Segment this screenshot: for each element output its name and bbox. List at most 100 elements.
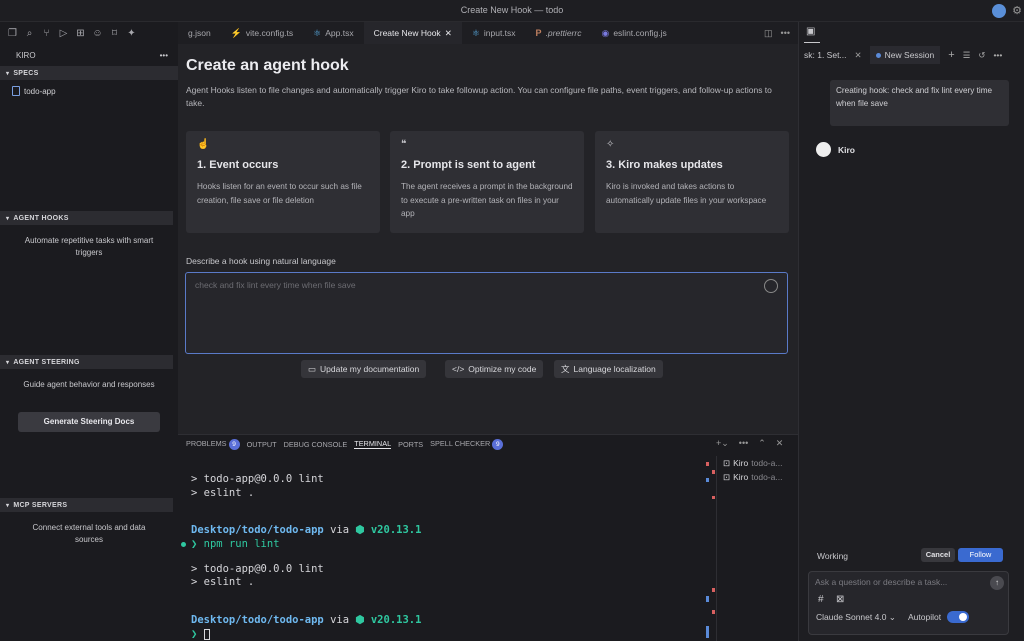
split-editor-icon[interactable]: ◫: [764, 28, 773, 39]
history-list-icon[interactable]: ☰: [963, 50, 971, 61]
add-terminal-icon[interactable]: +⌄: [716, 438, 729, 449]
step-card-prompt: ❝ 2. Prompt is sent to agent The agent r…: [390, 131, 584, 233]
section-specs[interactable]: ▾ SPECS: [0, 66, 178, 80]
suggestion-update-docs[interactable]: ▭ Update my documentation: [301, 360, 427, 378]
terminal-path: Desktop/todo/todo-app: [191, 524, 324, 536]
chat-tabs: sk: 1. Set... ✕ New Session + ☰ ↺ •••: [798, 44, 1024, 66]
prompt-icon: ❯: [191, 538, 204, 550]
tab-input[interactable]: ⚛ input.tsx: [462, 22, 526, 44]
close-icon[interactable]: ✕: [445, 28, 452, 39]
chevron-down-icon: ▾: [6, 215, 10, 222]
terminal-line: > eslint .: [191, 487, 255, 499]
explorer-icon[interactable]: ❐: [6, 27, 19, 40]
maximize-icon[interactable]: ⌃: [758, 438, 766, 449]
gear-icon[interactable]: ⚙: [1012, 4, 1022, 17]
chat-tab-task[interactable]: sk: 1. Set...: [798, 50, 847, 60]
close-icon[interactable]: ✕: [855, 50, 862, 61]
chat-tab-indicator: [804, 42, 820, 43]
terminal-path: Desktop/todo/todo-app: [191, 614, 324, 626]
model-selector[interactable]: Claude Sonnet 4.0 ⌄: [816, 612, 896, 623]
tab-prettierrc[interactable]: P .prettierrc: [526, 22, 592, 44]
tab-app[interactable]: ⚛ App.tsx: [303, 22, 363, 44]
tab-label: App.tsx: [325, 28, 354, 38]
tab-json[interactable]: g.json: [178, 22, 221, 44]
chevron-down-icon: ▾: [6, 70, 10, 77]
hook-description-input[interactable]: check and fix lint every time when file …: [185, 272, 788, 354]
tab-vite-config[interactable]: ⚡ vite.config.ts: [221, 22, 303, 44]
chat-tab-new-session[interactable]: New Session: [869, 46, 941, 64]
tab-eslint-config[interactable]: ◉ eslint.config.js: [591, 22, 666, 44]
window-title: Create New Hook — todo: [460, 5, 564, 15]
section-agent-steering[interactable]: ▾ AGENT STEERING: [0, 355, 173, 369]
sparkle-icon[interactable]: ✦: [125, 27, 138, 40]
card-title: 1. Event occurs: [197, 159, 279, 171]
section-title: AGENT STEERING: [13, 358, 80, 366]
section-mcp-servers[interactable]: ▾ MCP SERVERS: [0, 498, 173, 512]
tab-label: Create New Hook: [373, 28, 441, 38]
history-icon[interactable]: ↺: [978, 50, 985, 61]
tab-spell-checker[interactable]: SPELL CHECKER 9: [430, 438, 504, 450]
terminal-line: > todo-app@0.0.0 lint: [191, 563, 324, 575]
account-icon[interactable]: [992, 4, 1006, 18]
status-dot-icon: [181, 542, 186, 547]
follow-button[interactable]: Follow: [958, 548, 1003, 562]
extensions-icon[interactable]: ⊞: [74, 27, 87, 40]
page-title: Create an agent hook: [186, 57, 349, 74]
terminal-command: npm run lint: [203, 538, 280, 550]
problems-badge: 9: [228, 438, 240, 450]
refresh-icon[interactable]: [764, 279, 778, 293]
section-title: AGENT HOOKS: [13, 214, 69, 222]
sparkle-icon: ✧: [606, 139, 615, 150]
terminal-label: Kiro: [733, 472, 749, 482]
more-icon[interactable]: •••: [781, 28, 790, 39]
close-icon[interactable]: ✕: [776, 438, 784, 449]
cancel-button[interactable]: Cancel: [921, 548, 955, 562]
generate-steering-docs-button[interactable]: Generate Steering Docs: [18, 412, 160, 432]
image-icon[interactable]: ⊠: [836, 594, 844, 605]
more-icon[interactable]: •••: [739, 438, 748, 449]
tab-debug-console[interactable]: DEBUG CONSOLE: [284, 440, 348, 449]
suggestion-localization[interactable]: 文 Language localization: [554, 360, 663, 378]
kiro-icon[interactable]: ☺: [91, 27, 104, 40]
spec-item[interactable]: todo-app: [0, 83, 178, 99]
chat-icon[interactable]: ▣: [806, 26, 815, 37]
debug-icon[interactable]: ▷: [57, 27, 70, 40]
hash-icon[interactable]: #: [818, 594, 824, 605]
chip-label: Update my documentation: [320, 364, 420, 374]
terminal-item[interactable]: ⊡ Kiro todo-a...: [717, 470, 798, 484]
search-icon[interactable]: ⌕: [23, 27, 36, 40]
terminal-prompt-line: Desktop/todo/todo-app via ⬢ v20.13.1: [191, 524, 421, 536]
tab-terminal[interactable]: TERMINAL: [354, 439, 392, 449]
terminal-node-version: ⬢ v20.13.1: [355, 524, 422, 536]
card-desc: Kiro is invoked and takes actions to aut…: [606, 182, 767, 205]
more-icon[interactable]: •••: [160, 51, 168, 60]
send-icon[interactable]: ↑: [990, 576, 1004, 590]
tab-output[interactable]: OUTPUT: [247, 440, 277, 449]
status-text: Working: [817, 551, 849, 561]
steering-description: Guide agent behavior and responses: [23, 380, 155, 389]
terminal-item[interactable]: ⊡ Kiro todo-a...: [717, 456, 798, 470]
suggestion-optimize-code[interactable]: </> Optimize my code: [445, 360, 544, 378]
tab-problems[interactable]: PROBLEMS 9: [186, 438, 240, 450]
mcp-description: Connect external tools and data sources: [32, 523, 146, 544]
tab-create-new-hook[interactable]: Create New Hook ✕: [363, 22, 462, 44]
spec-label: todo-app: [24, 86, 56, 96]
step-card-event: ☝ 1. Event occurs Hooks listen for an ev…: [186, 131, 380, 233]
source-control-icon[interactable]: ⑂: [40, 27, 53, 40]
terminal-icon: ⊡: [723, 457, 731, 468]
chip-label: Language localization: [573, 364, 656, 374]
user-message: Creating hook: check and fix lint every …: [830, 80, 1009, 126]
section-agent-hooks[interactable]: ▾ AGENT HOOKS: [0, 211, 173, 225]
chip-label: Optimize my code: [468, 364, 537, 374]
tab-label: SPELL CHECKER: [430, 438, 491, 448]
chevron-down-icon: ▾: [6, 502, 10, 509]
bookmark-icon[interactable]: ⌑: [108, 27, 121, 40]
autopilot-toggle[interactable]: [947, 611, 969, 623]
add-icon[interactable]: +: [948, 49, 954, 61]
quote-icon: ❝: [401, 139, 407, 150]
tab-ports[interactable]: PORTS: [398, 440, 423, 449]
more-icon[interactable]: •••: [993, 50, 1002, 60]
terminal-input-line[interactable]: ❯: [191, 628, 210, 640]
file-icon: [12, 86, 20, 96]
code-icon: </>: [452, 364, 465, 374]
